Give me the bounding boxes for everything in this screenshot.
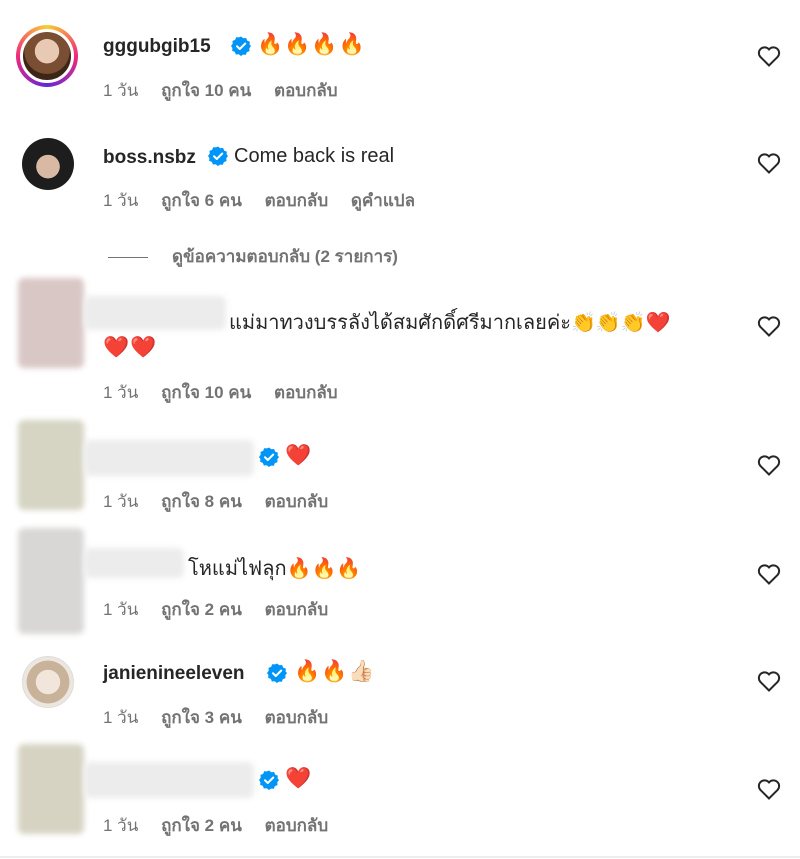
heart-outline-icon[interactable]: [757, 152, 781, 174]
like-count[interactable]: ถูกใจ 8 คน: [161, 492, 242, 511]
comment-username[interactable]: janienineeleven: [103, 663, 245, 685]
comment-meta: 1 วัน ถูกใจ 3 คน ตอบกลับ: [103, 704, 346, 731]
username-redacted[interactable]: [84, 762, 254, 798]
avatar[interactable]: [16, 25, 78, 87]
comment-time[interactable]: 1 วัน: [103, 492, 138, 511]
heart-outline-icon[interactable]: [757, 563, 781, 585]
avatar[interactable]: [22, 656, 74, 708]
comment-text: ❤️: [285, 767, 313, 790]
like-count[interactable]: ถูกใจ 2 คน: [161, 816, 242, 835]
username-redacted[interactable]: [84, 548, 184, 578]
comment-time[interactable]: 1 วัน: [103, 383, 138, 402]
comment-text: 🔥🔥🔥🔥: [257, 33, 366, 56]
comment-time[interactable]: 1 วัน: [103, 708, 138, 727]
comment-text: ❤️: [285, 444, 313, 467]
verified-badge-icon: [231, 36, 251, 56]
verified-badge-icon: [208, 146, 228, 166]
comment-username[interactable]: boss.nsbz: [103, 147, 196, 169]
reply-button[interactable]: ตอบกลับ: [274, 81, 338, 100]
avatar[interactable]: [18, 528, 84, 634]
heart-outline-icon[interactable]: [757, 670, 781, 692]
translate-button[interactable]: ดูคำแปล: [351, 191, 415, 210]
like-count[interactable]: ถูกใจ 6 คน: [161, 191, 242, 210]
heart-outline-icon[interactable]: [757, 315, 781, 337]
verified-badge-icon: [259, 447, 279, 467]
comment-time[interactable]: 1 วัน: [103, 191, 138, 210]
divider: [0, 856, 800, 858]
avatar[interactable]: [22, 138, 74, 190]
like-count[interactable]: ถูกใจ 10 คน: [161, 81, 251, 100]
like-count[interactable]: ถูกใจ 2 คน: [161, 600, 242, 619]
comment-text: โหแม่ไฟลุก🔥🔥🔥: [188, 558, 362, 580]
username-redacted[interactable]: [84, 296, 226, 330]
comment-meta: 1 วัน ถูกใจ 10 คน ตอบกลับ: [103, 77, 356, 104]
reply-button[interactable]: ตอบกลับ: [265, 492, 329, 511]
comment-text: แม่มาทวงบรรลังได้สมศักดิ์ศรีมากเลยค่ะ👏👏👏…: [229, 312, 671, 334]
comment-meta: 1 วัน ถูกใจ 2 คน ตอบกลับ: [103, 596, 346, 623]
comment-text: 🔥🔥👍🏻: [294, 660, 376, 683]
view-replies-label: ดูข้อความตอบกลับ (2 รายการ): [172, 247, 398, 266]
verified-badge-icon: [267, 663, 287, 683]
heart-outline-icon[interactable]: [757, 45, 781, 67]
like-count[interactable]: ถูกใจ 10 คน: [161, 383, 251, 402]
comment-time[interactable]: 1 วัน: [103, 600, 138, 619]
username-redacted[interactable]: [84, 440, 254, 476]
like-count[interactable]: ถูกใจ 3 คน: [161, 708, 242, 727]
avatar[interactable]: [18, 278, 84, 368]
comment-time[interactable]: 1 วัน: [103, 81, 138, 100]
comment-time[interactable]: 1 วัน: [103, 816, 138, 835]
avatar[interactable]: [18, 420, 84, 510]
comment-meta: 1 วัน ถูกใจ 6 คน ตอบกลับ ดูคำแปล: [103, 187, 433, 214]
comment-text: Come back is real: [234, 145, 395, 167]
comment-text-line2: ❤️❤️: [103, 336, 158, 359]
comment-username[interactable]: gggubgib15: [103, 36, 211, 58]
verified-badge-icon: [259, 770, 279, 790]
avatar[interactable]: [18, 744, 84, 834]
reply-button[interactable]: ตอบกลับ: [265, 191, 329, 210]
heart-outline-icon[interactable]: [757, 778, 781, 800]
reply-button[interactable]: ตอบกลับ: [265, 708, 329, 727]
reply-button[interactable]: ตอบกลับ: [274, 383, 338, 402]
comment-meta: 1 วัน ถูกใจ 2 คน ตอบกลับ: [103, 812, 346, 839]
comment-meta: 1 วัน ถูกใจ 8 คน ตอบกลับ: [103, 488, 346, 515]
reply-button[interactable]: ตอบกลับ: [265, 600, 329, 619]
view-replies-button[interactable]: ดูข้อความตอบกลับ (2 รายการ): [108, 243, 398, 270]
reply-button[interactable]: ตอบกลับ: [265, 816, 329, 835]
replies-divider: [108, 257, 148, 259]
heart-outline-icon[interactable]: [757, 454, 781, 476]
comment-meta: 1 วัน ถูกใจ 10 คน ตอบกลับ: [103, 379, 356, 406]
